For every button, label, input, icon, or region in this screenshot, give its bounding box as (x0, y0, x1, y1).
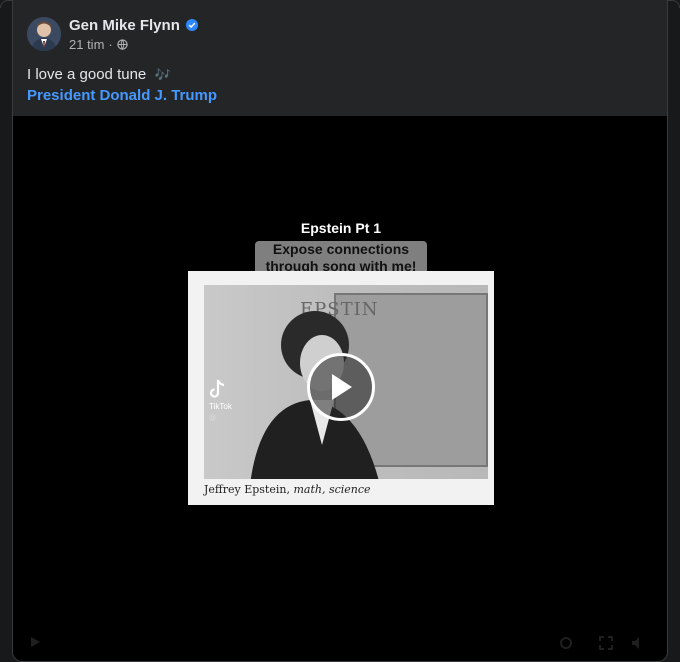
volume-icon[interactable] (631, 636, 645, 650)
video-caption-title: Epstein Pt 1 (300, 220, 382, 236)
post-timestamp[interactable]: 21 tim (69, 37, 104, 52)
tiktok-handle: @ (209, 415, 217, 422)
mention-link[interactable]: President Donald J. Trump (27, 87, 217, 104)
control-play-icon[interactable] (29, 636, 41, 648)
music-note-emoji: 🎶 (154, 67, 171, 82)
video-player[interactable]: Epstein Pt 1 Expose connections through … (13, 116, 667, 661)
author-name[interactable]: Gen Mike Flynn (69, 17, 180, 34)
verified-badge-icon (185, 19, 198, 31)
video-caption-subtitle: Expose connections through song with me! (255, 241, 427, 275)
post-card: Gen Mike Flynn 21 tim · I love a good tu… (12, 0, 668, 662)
globe-icon[interactable] (117, 38, 128, 50)
caption-line-1: Expose connections (272, 241, 410, 257)
play-icon (332, 374, 352, 400)
settings-icon[interactable] (559, 636, 573, 650)
avatar[interactable] (27, 17, 61, 51)
post-header: Gen Mike Flynn 21 tim · (27, 14, 198, 54)
photo-caption: Jeffrey Epstein, math, science (204, 483, 371, 496)
post-text: I love a good tune 🎶 (27, 66, 171, 83)
separator-dot: · (108, 36, 113, 52)
post-subline: 21 tim · (69, 37, 198, 52)
post-meta: Gen Mike Flynn 21 tim · (69, 17, 198, 52)
author-row: Gen Mike Flynn (69, 17, 198, 34)
photo-caption-subjects: math, science (293, 483, 371, 496)
fullscreen-icon[interactable] (599, 636, 613, 650)
tiktok-label: TikTok (209, 402, 232, 411)
video-controls (13, 622, 667, 661)
tiktok-logo-icon (209, 379, 225, 398)
post-text-body: I love a good tune (27, 66, 147, 83)
avatar-image (27, 17, 61, 51)
play-button[interactable] (307, 353, 375, 421)
tiktok-watermark: TikTok (209, 378, 239, 411)
photo-caption-name: Jeffrey Epstein, (204, 483, 290, 496)
